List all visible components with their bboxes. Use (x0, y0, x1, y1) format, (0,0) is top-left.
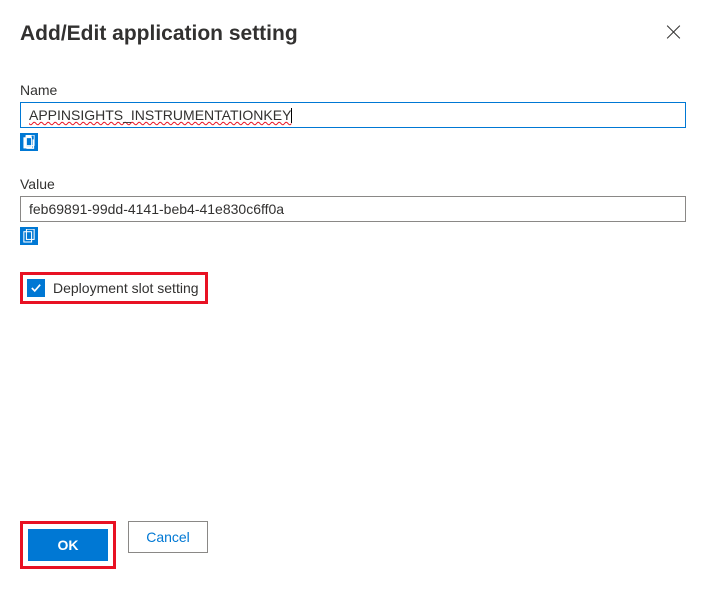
name-field-block: Name APPINSIGHTS_INSTRUMENTATIONKEY (20, 82, 686, 154)
footer: OK Cancel (20, 511, 686, 569)
ok-button[interactable]: OK (28, 529, 108, 561)
value-label: Value (20, 176, 686, 192)
name-input[interactable]: APPINSIGHTS_INSTRUMENTATIONKEY (20, 102, 686, 128)
name-input-value: APPINSIGHTS_INSTRUMENTATIONKEY (29, 107, 291, 123)
deployment-slot-checkbox[interactable] (27, 279, 45, 297)
name-label: Name (20, 82, 686, 98)
copy-icon[interactable] (20, 227, 38, 245)
close-icon[interactable] (666, 24, 682, 40)
ok-highlight: OK (20, 521, 116, 569)
copy-icon[interactable] (20, 133, 38, 151)
panel-title: Add/Edit application setting (20, 22, 298, 46)
cancel-button[interactable]: Cancel (128, 521, 208, 553)
deployment-slot-setting-row: Deployment slot setting (20, 272, 208, 304)
value-input[interactable] (20, 196, 686, 222)
deployment-slot-label: Deployment slot setting (53, 280, 199, 296)
text-caret (291, 108, 292, 123)
value-field-block: Value (20, 176, 686, 248)
